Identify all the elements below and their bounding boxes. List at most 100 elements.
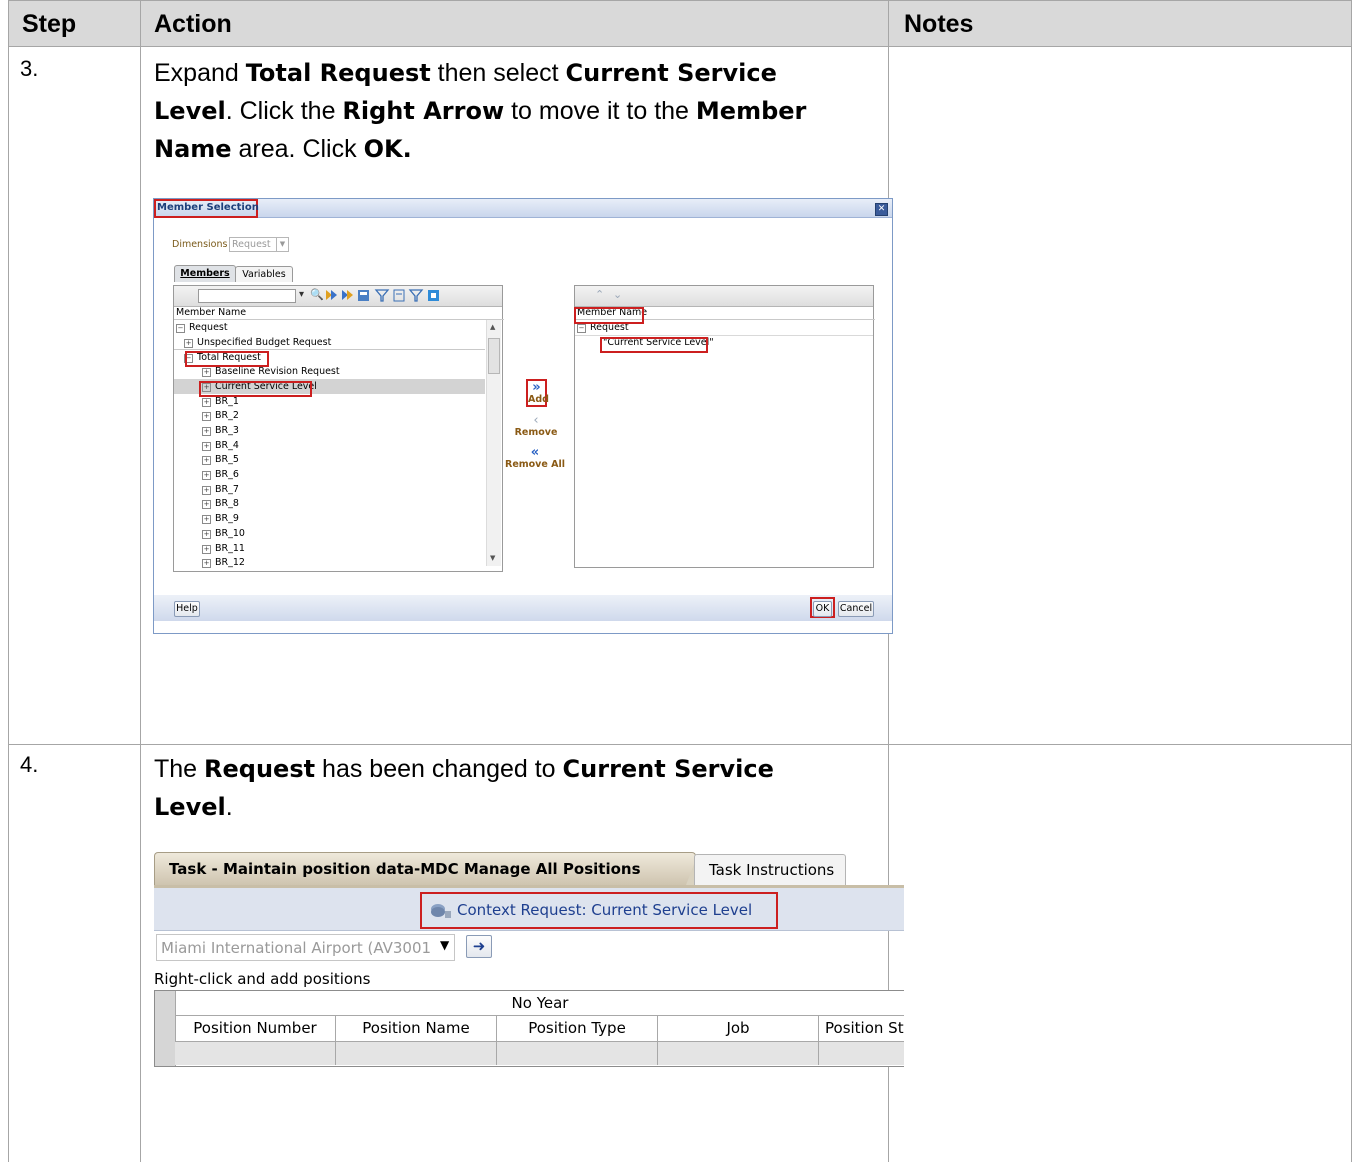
dimensions-select[interactable]: Request ▼ <box>229 237 289 252</box>
grid-cell[interactable] <box>497 1042 658 1065</box>
total-request-highlight <box>185 351 269 367</box>
tab-task-instructions[interactable]: Task Instructions <box>694 854 846 885</box>
column-header[interactable]: Job <box>658 1016 819 1041</box>
tree-row[interactable]: + BR_9 <box>174 511 485 526</box>
column-header[interactable]: Position Name <box>336 1016 497 1041</box>
left-arrow-icon: ‹ <box>533 413 539 428</box>
tree-label: BR_1 <box>215 395 239 407</box>
step3-line-3: Name area. Click OK. <box>154 130 874 168</box>
cancel-button[interactable]: Cancel <box>838 601 874 617</box>
step4-instructions: The Request has been changed to Current … <box>154 750 874 826</box>
expand-icon[interactable]: + <box>202 500 211 510</box>
tree-row[interactable]: + Unspecified Budget Request <box>174 335 485 350</box>
tab-variables[interactable]: Variables <box>235 266 293 282</box>
text-run: . Click the <box>225 97 343 125</box>
toolbar-icons <box>324 287 474 303</box>
expand-icon[interactable]: + <box>202 456 211 466</box>
text-run: The <box>154 755 205 783</box>
active-tab-label: Task - Maintain position data-MDC Manage… <box>169 860 641 878</box>
text-run: area. Click <box>231 135 364 163</box>
bold-run: Total Request <box>245 59 431 87</box>
expand-icon[interactable]: + <box>202 515 211 525</box>
column-header[interactable]: Position St <box>819 1016 904 1041</box>
tree-label: BR_10 <box>215 527 245 539</box>
task-screenshot: Task - Maintain position data-MDC Manage… <box>154 852 904 1068</box>
collapse-icon[interactable]: − <box>176 324 185 333</box>
context-icon <box>430 902 451 918</box>
grid-cell[interactable] <box>175 1042 336 1065</box>
go-arrow-button[interactable]: ➜ <box>466 935 492 958</box>
ok-button[interactable]: OK <box>813 601 832 617</box>
expand-icon[interactable]: + <box>202 368 211 378</box>
tree-row[interactable]: + BR_12 <box>174 555 485 568</box>
expand-icon[interactable]: + <box>184 338 193 348</box>
step4-line-2: Level. <box>154 788 874 826</box>
expand-icon[interactable]: + <box>202 397 211 407</box>
dialog-footer <box>154 595 892 621</box>
double-left-arrow-icon: « <box>530 445 540 460</box>
header-step: Step <box>22 10 77 38</box>
scroll-up-icon[interactable]: ▲ <box>490 323 495 331</box>
tree-row[interactable]: + BR_4 <box>174 438 485 453</box>
step3-line-1: Expand Total Request then select Current… <box>154 54 874 92</box>
move-up-icon[interactable]: ⌃ <box>595 288 604 301</box>
expand-icon[interactable]: + <box>202 471 211 480</box>
context-link[interactable]: Context Request: Current Service Level <box>457 901 752 919</box>
move-down-icon[interactable]: ⌄ <box>613 288 622 301</box>
chevron-down-icon[interactable]: ▼ <box>440 938 449 952</box>
tree-row[interactable]: + BR_5 <box>174 452 485 467</box>
search-input[interactable] <box>198 289 296 303</box>
expand-icon[interactable]: + <box>202 412 211 422</box>
expand-icon[interactable]: + <box>202 485 211 495</box>
positions-grid: No Year Position Number Position Name Po… <box>154 990 904 1067</box>
right-arrow-icon: » <box>532 380 541 395</box>
expand-icon[interactable]: + <box>202 426 211 436</box>
remove-all-button[interactable]: « Remove All <box>499 446 571 470</box>
tree-row[interactable]: − Request <box>174 320 485 335</box>
tab-variables-label: Variables <box>242 269 286 280</box>
chevron-down-icon[interactable]: ▾ <box>299 289 304 300</box>
scroll-thumb[interactable] <box>488 338 500 374</box>
empty-row[interactable] <box>175 1042 904 1065</box>
column-headers: Position Number Position Name Position T… <box>175 1016 904 1042</box>
expand-icon[interactable]: + <box>202 544 211 554</box>
tree-row[interactable]: + BR_7 <box>174 482 485 497</box>
remove-label: Remove <box>514 427 558 438</box>
column-header[interactable]: Position Number <box>175 1016 336 1041</box>
bold-run: Level <box>154 97 226 125</box>
text-run: has been changed to <box>315 755 563 783</box>
tree-row[interactable]: + BR_10 <box>174 526 485 541</box>
entity-select[interactable]: Miami International Airport (AV3001 ▼ <box>156 934 455 961</box>
add-button[interactable]: » Add <box>528 380 549 405</box>
members-scrollbar[interactable]: ▲ ▼ <box>486 320 501 566</box>
tree-row[interactable]: + BR_3 <box>174 423 485 438</box>
tree-row[interactable]: + BR_11 <box>174 541 485 556</box>
grid-cell[interactable] <box>658 1042 819 1065</box>
tab-members-label: Members <box>180 268 230 279</box>
hint-text: Right-click and add positions <box>154 970 371 988</box>
toolbar-icon-strip[interactable] <box>324 287 474 303</box>
tree-row[interactable]: + BR_6 <box>174 467 485 482</box>
grid-cell[interactable] <box>336 1042 497 1065</box>
remove-button[interactable]: ‹ Remove <box>506 414 566 438</box>
collapse-icon[interactable]: − <box>577 324 586 333</box>
tree-row[interactable]: + BR_8 <box>174 496 485 511</box>
tab-members[interactable]: Members <box>174 265 236 282</box>
expand-icon[interactable]: + <box>202 529 211 539</box>
scroll-down-icon[interactable]: ▼ <box>490 554 495 562</box>
search-icon[interactable]: 🔍 <box>310 288 324 301</box>
tree-row[interactable]: + BR_2 <box>174 408 485 423</box>
expand-icon[interactable]: + <box>202 559 211 568</box>
column-header[interactable]: Position Type <box>497 1016 658 1041</box>
tree-label: BR_7 <box>215 483 239 495</box>
expand-icon[interactable]: + <box>202 441 211 451</box>
tab-task-active[interactable]: Task - Maintain position data-MDC Manage… <box>154 852 696 886</box>
tree-label: BR_12 <box>215 557 245 568</box>
table-border-right <box>1351 0 1352 1162</box>
group-header: No Year <box>175 991 904 1016</box>
selected-toolbar: ⌃ ⌄ <box>575 286 873 307</box>
help-button[interactable]: Help <box>174 601 200 617</box>
table-border-left <box>8 0 9 1162</box>
members-panel: ▾ 🔍 Member Name − Request + Unspecified Bud… <box>173 285 504 572</box>
close-icon[interactable]: ✕ <box>875 203 888 216</box>
